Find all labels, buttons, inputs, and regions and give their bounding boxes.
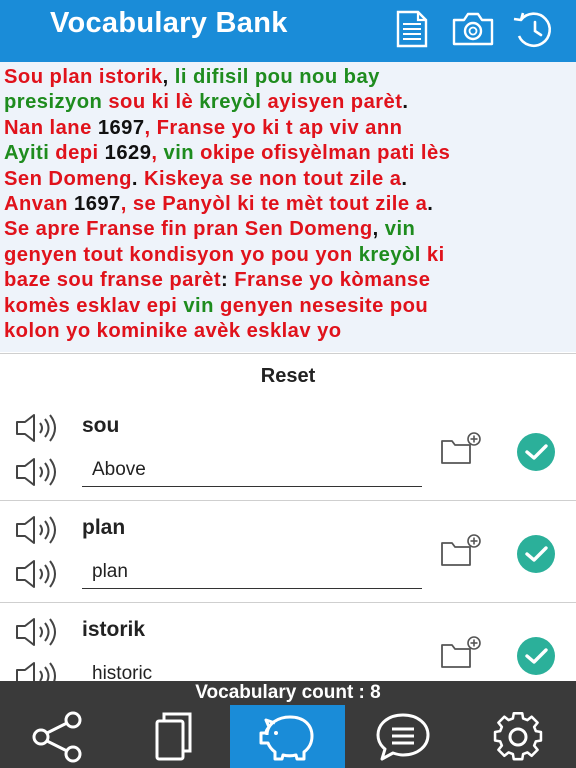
piggy-bank-icon	[259, 715, 313, 760]
camera-icon[interactable]	[451, 10, 495, 48]
passage-text[interactable]: Nan lane	[4, 117, 98, 139]
passage-text[interactable]: sou ki lè	[102, 91, 199, 113]
passage-text[interactable]: Ayiti	[4, 142, 49, 164]
passage-text[interactable]: ,	[163, 66, 175, 88]
passage-text[interactable]: baze sou franse parèt	[4, 269, 221, 291]
passage-text[interactable]: presizyon	[4, 91, 102, 113]
history-icon[interactable]	[511, 10, 555, 50]
passage-line: baze sou franse parèt: Franse yo kòmanse	[4, 268, 570, 293]
speaker-icon[interactable]	[14, 457, 62, 487]
vocab-word: plan	[82, 516, 126, 539]
tab-vocabulary-bank[interactable]	[230, 705, 345, 768]
passage-line: Ayiti depi 1629, vin okipe ofisyèlman pa…	[4, 141, 570, 166]
passage-line: komès esklav epi vin genyen nesesite pou	[4, 294, 570, 319]
vocabulary-list[interactable]: sou Above plan plan istorik historic	[0, 399, 576, 681]
gear-icon	[493, 711, 543, 760]
passage-line: Anvan 1697, se Panyòl ki te mèt tout zil…	[4, 192, 570, 217]
speaker-icon[interactable]	[14, 515, 62, 545]
reset-button[interactable]: Reset	[0, 353, 576, 400]
passage-text[interactable]: okipe ofisyèlman pati lès	[194, 142, 450, 164]
speaker-icon[interactable]	[14, 617, 62, 647]
document-icon[interactable]	[394, 10, 430, 48]
passage-text[interactable]: , Franse yo ki t ap viv ann	[145, 117, 403, 139]
passage-text[interactable]: genyen tout kondisyon yo pou yon	[4, 244, 359, 266]
passage-text[interactable]: .	[402, 91, 408, 113]
passage-text[interactable]: Franse yo kòmanse	[234, 269, 430, 291]
passage-text[interactable]: .	[427, 193, 433, 215]
add-to-folder-icon[interactable]	[440, 635, 484, 671]
passage-text[interactable]: :	[221, 269, 234, 291]
speaker-icon[interactable]	[14, 559, 62, 589]
tab-chat[interactable]	[345, 705, 460, 768]
app-header: Vocabulary Bank	[0, 0, 576, 62]
vocab-row[interactable]: istorik historic	[0, 603, 576, 681]
passage-text[interactable]: depi	[49, 142, 104, 164]
translation-input[interactable]: Above	[82, 453, 422, 487]
add-to-folder-icon[interactable]	[440, 431, 484, 467]
passage-text[interactable]: Sou plan istorik	[4, 66, 163, 88]
speaker-icon[interactable]	[14, 661, 62, 681]
translation-input[interactable]: historic	[82, 657, 422, 681]
passage-text[interactable]: ki	[421, 244, 445, 266]
speaker-icon[interactable]	[14, 413, 62, 443]
passage-text[interactable]: li difisil pou nou bay	[175, 66, 380, 88]
passage-line: Nan lane 1697, Franse yo ki t ap viv ann	[4, 116, 570, 141]
share-icon	[32, 711, 81, 762]
passage-text[interactable]: 1697	[98, 117, 145, 139]
check-icon[interactable]	[516, 534, 556, 574]
passage-text[interactable]: .	[401, 168, 407, 190]
passage-line: genyen tout kondisyon yo pou yon kreyòl …	[4, 243, 570, 268]
add-to-folder-icon[interactable]	[440, 533, 484, 569]
check-icon[interactable]	[516, 636, 556, 676]
passage-text[interactable]: ,	[373, 218, 385, 240]
passage-text[interactable]: vin	[183, 295, 214, 317]
vocab-word: istorik	[82, 618, 146, 641]
passage-line: Se apre Franse fin pran Sen Domeng, vin	[4, 217, 570, 242]
passage-line: presizyon sou ki lè kreyòl ayisyen parèt…	[4, 90, 570, 115]
passage-text[interactable]: genyen nesesite pou	[214, 295, 428, 317]
tab-share[interactable]	[0, 705, 115, 768]
reading-passage: Sou plan istorik, li difisil pou nou bay…	[0, 62, 576, 352]
passage-text[interactable]: Se apre Franse fin pran Sen Domeng	[4, 218, 373, 240]
passage-line: Sou plan istorik, li difisil pou nou bay	[4, 65, 570, 90]
check-icon[interactable]	[516, 432, 556, 472]
passage-line: Sen Domeng. Kiskeya se non tout zile a.	[4, 167, 570, 192]
passage-text[interactable]: vin	[164, 142, 195, 164]
passage-text[interactable]: ayisyen parèt	[261, 91, 402, 113]
vocab-row[interactable]: plan plan	[0, 501, 576, 603]
bottom-tab-bar	[0, 705, 576, 768]
passage-text[interactable]: vin	[385, 218, 416, 240]
passage-text[interactable]: kreyòl	[199, 91, 261, 113]
vocab-word: sou	[82, 414, 120, 437]
chat-icon	[376, 713, 429, 760]
passage-text[interactable]: Anvan	[4, 193, 74, 215]
vocab-row[interactable]: sou Above	[0, 399, 576, 501]
passage-text[interactable]: 1697	[74, 193, 121, 215]
passage-text[interactable]: , se Panyòl ki te mèt tout zile a	[121, 193, 428, 215]
passage-text[interactable]: kreyòl	[359, 244, 421, 266]
tab-settings[interactable]	[460, 705, 576, 768]
vocabulary-count: Vocabulary count : 8	[0, 681, 576, 705]
copy-icon	[155, 712, 191, 760]
passage-text[interactable]: ,	[151, 142, 163, 164]
passage-text[interactable]: komès esklav epi	[4, 295, 183, 317]
passage-text[interactable]: kolon yo kominike avèk esklav yo	[4, 320, 342, 342]
page-title: Vocabulary Bank	[50, 7, 288, 39]
translation-input[interactable]: plan	[82, 555, 422, 589]
passage-text[interactable]: Sen Domeng	[4, 168, 132, 190]
passage-text[interactable]: Kiskeya se non tout zile a	[138, 168, 401, 190]
passage-line: kolon yo kominike avèk esklav yo	[4, 319, 570, 344]
passage-text[interactable]: 1629	[105, 142, 152, 164]
tab-copy[interactable]	[115, 705, 230, 768]
